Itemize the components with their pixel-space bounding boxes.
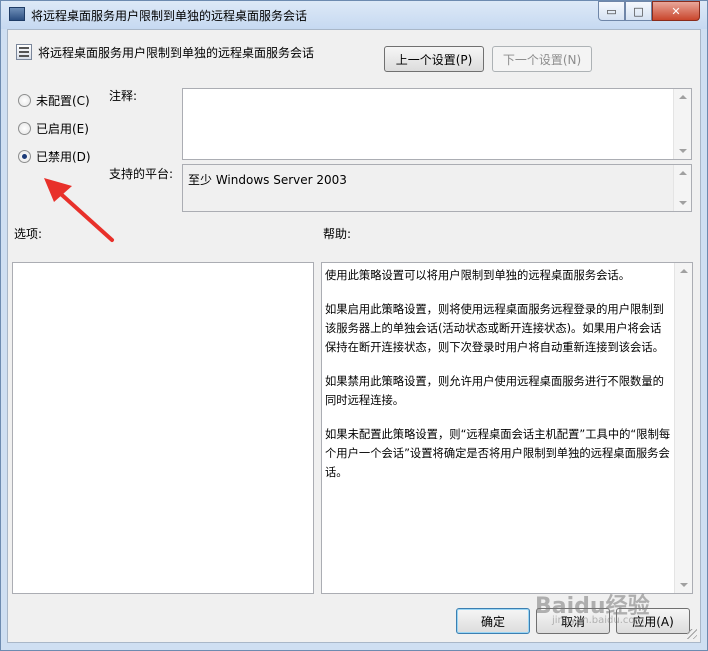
help-paragraph: 如果禁用此策略设置，则允许用户使用远程桌面服务进行不限数量的同时远程连接。 bbox=[325, 375, 664, 407]
radio-not-configured-circle[interactable] bbox=[18, 94, 31, 107]
comment-label: 注释: bbox=[109, 89, 138, 103]
policy-app-icon bbox=[9, 7, 25, 21]
radio-not-configured[interactable]: 未配置(C) bbox=[18, 92, 90, 109]
scroll-down-icon[interactable] bbox=[679, 149, 687, 153]
help-paragraph: 如果启用此策略设置，则将使用远程桌面服务远程登录的用户限制到该服务器上的单独会话… bbox=[325, 303, 664, 354]
options-panel bbox=[12, 262, 314, 594]
help-scrollbar[interactable] bbox=[674, 263, 692, 593]
help-paragraph: 如果未配置此策略设置，则“远程桌面会话主机配置”工具中的“限制每个用户一个会话”… bbox=[325, 428, 671, 479]
maximize-button[interactable]: □ bbox=[625, 1, 652, 21]
radio-disabled-circle[interactable] bbox=[18, 150, 31, 163]
scroll-down-icon[interactable] bbox=[679, 201, 687, 205]
scroll-down-icon[interactable] bbox=[680, 583, 688, 587]
minimize-button[interactable]: ▭ bbox=[598, 1, 625, 21]
watermark-url: jingyan.baidu.com bbox=[552, 615, 645, 626]
setting-title: 将远程桌面服务用户限制到单独的远程桌面服务会话 bbox=[38, 46, 315, 60]
setting-icon bbox=[16, 44, 32, 60]
radio-enabled[interactable]: 已启用(E) bbox=[18, 120, 89, 137]
maximize-icon: □ bbox=[633, 4, 644, 18]
dialog-client-area: 将远程桌面服务用户限制到单独的远程桌面服务会话 上一个设置(P) 下一个设置(N… bbox=[7, 29, 701, 643]
resize-grip-icon[interactable] bbox=[687, 629, 697, 639]
red-annotation-arrow-icon bbox=[44, 178, 114, 242]
help-label: 帮助: bbox=[323, 227, 352, 241]
scroll-up-icon[interactable] bbox=[679, 171, 687, 175]
minimize-icon: ▭ bbox=[606, 4, 617, 18]
platform-field: 至少 Windows Server 2003 bbox=[182, 164, 692, 212]
window-title: 将远程桌面服务用户限制到单独的远程桌面服务会话 bbox=[31, 9, 308, 23]
title-bar[interactable]: 将远程桌面服务用户限制到单独的远程桌面服务会话 ▭ □ ✕ bbox=[1, 1, 707, 29]
radio-enabled-circle[interactable] bbox=[18, 122, 31, 135]
comment-scrollbar[interactable] bbox=[673, 89, 691, 159]
help-paragraph: 使用此策略设置可以将用户限制到单独的远程桌面服务会话。 bbox=[325, 269, 631, 282]
radio-disabled-label: 已禁用(D) bbox=[36, 150, 91, 164]
comment-textarea[interactable] bbox=[182, 88, 692, 160]
platform-scrollbar[interactable] bbox=[673, 165, 691, 211]
radio-disabled[interactable]: 已禁用(D) bbox=[18, 148, 91, 165]
scroll-up-icon[interactable] bbox=[680, 269, 688, 273]
scroll-up-icon[interactable] bbox=[679, 95, 687, 99]
close-button[interactable]: ✕ bbox=[652, 1, 700, 21]
help-text: 使用此策略设置可以将用户限制到单独的远程桌面服务会话。 如果启用此策略设置，则将… bbox=[325, 266, 672, 497]
help-panel: 使用此策略设置可以将用户限制到单独的远程桌面服务会话。 如果启用此策略设置，则将… bbox=[321, 262, 693, 594]
dialog-window: 将远程桌面服务用户限制到单独的远程桌面服务会话 ▭ □ ✕ 将远程桌面服务用户限… bbox=[0, 0, 708, 651]
ok-button[interactable]: 确定 bbox=[456, 608, 530, 634]
radio-not-configured-label: 未配置(C) bbox=[36, 94, 90, 108]
close-icon: ✕ bbox=[671, 4, 681, 18]
next-setting-button[interactable]: 下一个设置(N) bbox=[492, 46, 592, 72]
previous-setting-button[interactable]: 上一个设置(P) bbox=[384, 46, 484, 72]
platform-value: 至少 Windows Server 2003 bbox=[188, 173, 347, 187]
radio-enabled-label: 已启用(E) bbox=[36, 122, 89, 136]
options-label: 选项: bbox=[14, 227, 43, 241]
